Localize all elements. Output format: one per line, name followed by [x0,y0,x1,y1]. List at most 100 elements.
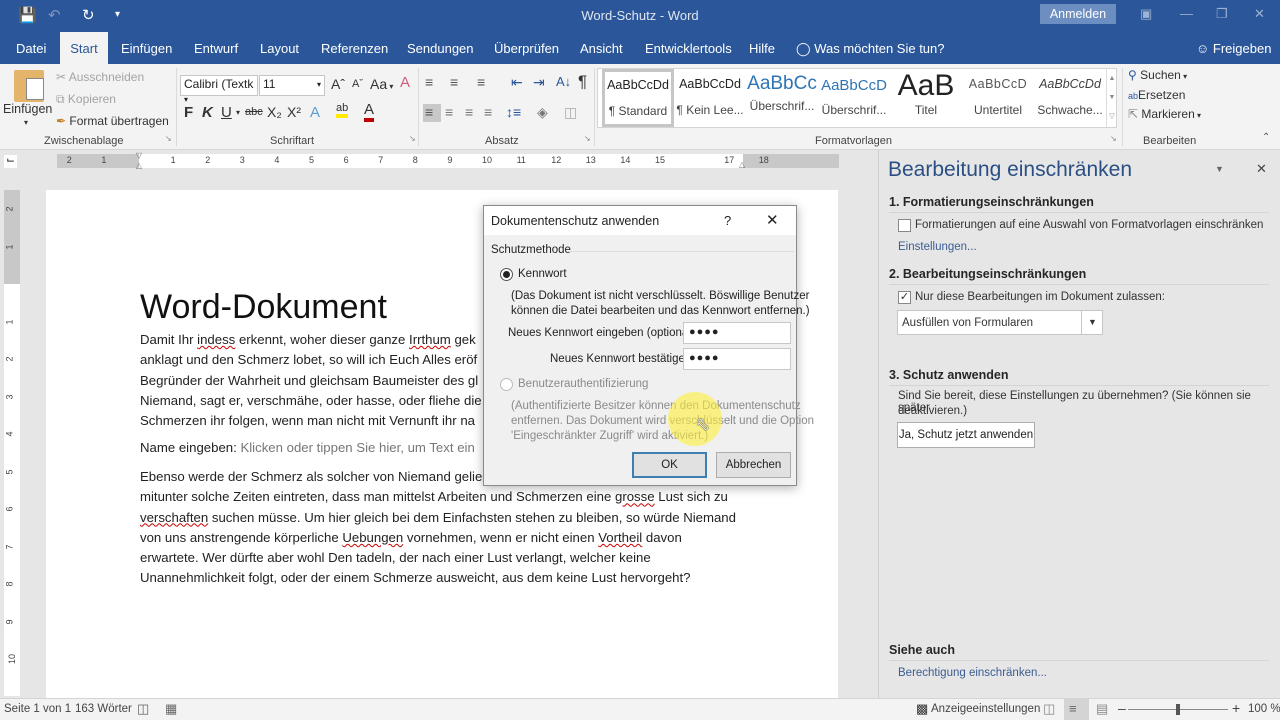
font-color-icon[interactable]: A [364,102,375,122]
ok-button[interactable]: OK [632,452,707,478]
indent-marker-icon[interactable]: ▽ △ [134,151,144,171]
copy-button[interactable]: ⧉ Kopieren [56,92,116,107]
paste-dropdown-icon[interactable]: ▾ [24,118,28,127]
zoom-out-icon[interactable]: – [1118,700,1126,716]
restrict-permission-link[interactable]: Berechtigung einschränken... [898,667,1047,679]
formatting-restriction-label[interactable]: Formatierungen auf eine Auswahl von Form… [915,219,1263,231]
cancel-button[interactable]: Abbrechen [716,452,791,478]
zoom-level[interactable]: 100 % [1248,703,1280,715]
password-radio-label[interactable]: Kennwort [518,268,567,280]
misspelled-word[interactable]: Irrthum [409,332,451,347]
document-title[interactable]: Word-Dokument [140,288,387,327]
dialog-close-icon[interactable]: ✕ [766,211,779,229]
display-settings-button[interactable]: Anzeigeeinstellungen [931,703,1040,715]
align-right-icon[interactable]: ≡ [465,104,473,120]
underline-button[interactable]: U [221,104,232,121]
right-indent-marker-icon[interactable]: △ [739,160,747,169]
tab-entwurf[interactable]: Entwurf [186,32,246,64]
sort-icon[interactable]: A↓ [556,74,571,89]
grow-font-icon[interactable]: Aˆ [331,76,345,92]
help-button[interactable]: ? [724,213,731,228]
apply-protection-button[interactable]: Ja, Schutz jetzt anwenden [897,422,1035,448]
select-button[interactable]: ⇱ Markieren ▾ [1128,107,1201,121]
style-subtitle[interactable]: AaBbCcD Untertitel [962,69,1034,127]
font-size-select[interactable]: 11 ▾ [259,75,325,96]
clear-formatting-icon[interactable]: A [400,74,410,91]
misspelled-word[interactable]: grosse [615,489,655,504]
word-count[interactable]: 163 Wörter [75,703,132,715]
sign-in-button[interactable]: Anmelden [1040,4,1116,24]
ribbon-display-icon[interactable]: ▣ [1140,6,1152,22]
editing-type-select[interactable]: Ausfüllen von Formularen ▼ [897,310,1103,335]
tell-me-box[interactable]: ◯ Was möchten Sie tun? [788,32,953,64]
subscript-button[interactable]: X₂ [267,104,282,120]
underline-dropdown-icon[interactable]: ▾ [236,108,240,117]
chevron-down-icon[interactable]: ▼ [1081,311,1103,334]
misspelled-word[interactable]: Uebungen [342,530,403,545]
paste-button[interactable]: Einfügen [3,102,52,116]
replace-button[interactable]: abErsetzen [1128,88,1185,102]
italic-button[interactable]: K [202,104,213,121]
borders-icon[interactable]: ◫ [564,104,577,121]
new-password-input[interactable]: ●●●● [683,322,791,344]
misspelled-word[interactable]: Vortheil [598,530,642,545]
close-icon[interactable]: ✕ [1254,6,1265,22]
superscript-button[interactable]: X² [287,104,301,120]
misspelled-word[interactable]: indess [197,332,235,347]
find-button[interactable]: ⚲ Suchen ▾ [1128,68,1187,82]
line-spacing-icon[interactable]: ↕≡ [506,104,521,120]
font-name-select[interactable]: Calibri (Textk ▾ [180,75,258,104]
style-heading1[interactable]: AaBbCc Überschrif... [746,69,818,127]
user-auth-label[interactable]: Benutzerauthentifizierung [518,378,648,390]
change-case-button[interactable]: Aa ▾ [370,76,393,92]
minimize-icon[interactable]: — [1180,6,1193,21]
pane-close-icon[interactable]: ✕ [1256,161,1267,177]
editing-restriction-checkbox[interactable]: ✓ [898,291,911,304]
bold-button[interactable]: F [184,104,193,121]
macro-icon[interactable]: ▦ [165,701,177,717]
misspelled-word[interactable]: verschaften [140,510,208,525]
tab-referenzen[interactable]: Referenzen [313,32,396,64]
tab-ansicht[interactable]: Ansicht [572,32,631,64]
zoom-in-icon[interactable]: + [1232,700,1240,716]
tab-datei[interactable]: Datei [8,32,54,64]
style-heading2[interactable]: AaBbCcD Überschrif... [818,69,890,127]
pane-options-icon[interactable]: ▼ [1215,164,1224,174]
restore-icon[interactable]: ❐ [1216,6,1228,22]
bullets-icon[interactable]: ≡ [425,74,433,90]
zoom-slider-thumb[interactable] [1176,704,1180,715]
user-auth-radio[interactable] [500,378,513,391]
style-title[interactable]: AaB Titel [890,69,962,127]
justify-icon[interactable]: ≡ [484,104,492,120]
paragraph-launcher-icon[interactable]: ↘ [584,134,591,143]
password-radio[interactable] [500,268,513,281]
read-mode-icon[interactable]: ◫ [1043,701,1055,717]
tab-einfuegen[interactable]: Einfügen [113,32,180,64]
paste-icon[interactable] [14,70,44,102]
shrink-font-icon[interactable]: Aˇ [352,78,363,90]
increase-indent-icon[interactable]: ⇥ [533,74,545,91]
style-no-spacing[interactable]: AaBbCcDd ¶ Kein Lee... [674,69,746,127]
collapse-ribbon-icon[interactable]: ⌃ [1262,132,1270,143]
clipboard-launcher-icon[interactable]: ↘ [165,134,172,143]
tab-hilfe[interactable]: Hilfe [741,32,783,64]
gallery-scroll[interactable]: ▲ ▼ ▽ [1106,69,1117,127]
styles-launcher-icon[interactable]: ↘ [1110,134,1117,143]
name-content-control[interactable]: Klicken oder tippen Sie hier, um Text ei… [240,440,474,455]
decrease-indent-icon[interactable]: ⇤ [511,74,523,91]
confirm-password-input[interactable]: ●●●● [683,348,791,370]
page-count[interactable]: Seite 1 von 1 [4,703,71,715]
text-effects-icon[interactable]: A [310,104,320,121]
editing-restriction-label[interactable]: Nur diese Bearbeitungen im Dokument zula… [915,291,1165,303]
print-layout-icon[interactable]: ≡ [1069,701,1077,716]
formatting-restriction-checkbox[interactable] [898,219,911,232]
dialog-titlebar[interactable]: Dokumentenschutz anwenden ? ✕ [484,206,796,235]
style-subtle-emphasis[interactable]: AaBbCcDd Schwache... [1034,69,1106,127]
strikethrough-button[interactable]: abc [245,106,263,118]
show-formatting-button[interactable]: ¶ [578,72,587,92]
highlight-icon[interactable]: ab [336,102,349,118]
proofing-icon[interactable]: ◫ [137,701,149,717]
cut-button[interactable]: ✂ Ausschneiden [56,70,144,84]
align-center-icon[interactable]: ≡ [445,104,453,120]
tab-sendungen[interactable]: Sendungen [399,32,482,64]
